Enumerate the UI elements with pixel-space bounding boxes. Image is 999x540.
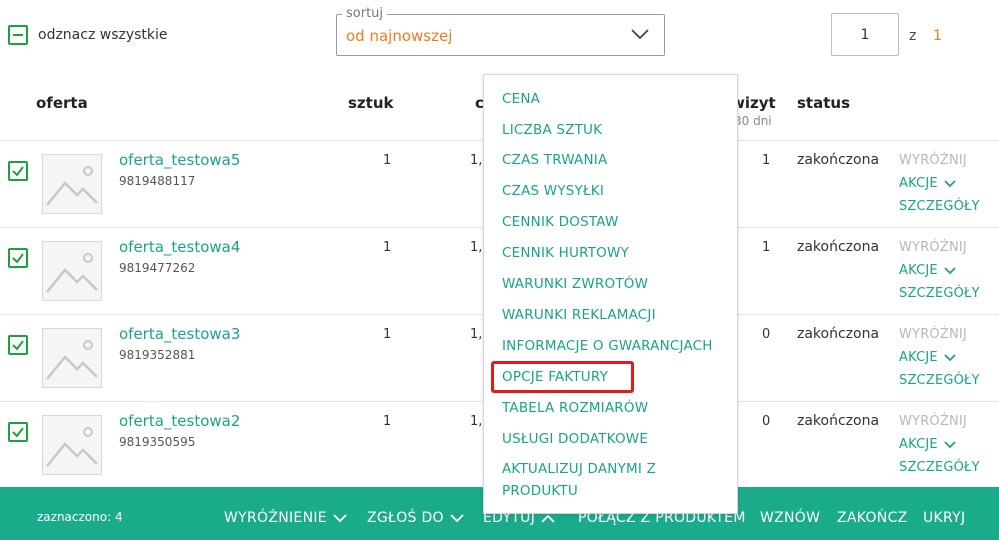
details-link[interactable]: SZCZEGÓŁY <box>899 373 980 388</box>
row-checkbox[interactable] <box>8 161 28 181</box>
deselect-all-label[interactable]: odznacz wszystkie <box>38 27 168 43</box>
actions-label: AKCJE <box>899 350 938 365</box>
visits-value: 0 <box>762 414 771 429</box>
chevron-down-icon <box>944 440 956 448</box>
menu-item-return-policy[interactable]: WARUNKI ZWROTÓW <box>502 273 648 295</box>
menu-item-warranty-info[interactable]: INFORMACJE O GWARANCJACH <box>502 335 713 357</box>
checkmark-icon <box>12 253 24 264</box>
offer-thumbnail[interactable] <box>42 154 102 214</box>
selected-count: zaznaczono: 4 <box>37 510 123 524</box>
offer-name-link[interactable]: oferta_testowa4 <box>119 238 240 256</box>
offer-thumbnail[interactable] <box>42 415 102 475</box>
price-value: 1, <box>470 153 483 168</box>
visits-value: 1 <box>762 240 771 255</box>
status-value: zakończona <box>797 239 880 255</box>
offer-name-link[interactable]: oferta_testowa2 <box>119 412 240 430</box>
bulk-end-button[interactable]: ZAKOŃCZ <box>837 510 908 526</box>
image-placeholder-icon <box>46 166 98 206</box>
page-total[interactable]: 1 <box>933 28 942 44</box>
sort-legend: sortuj <box>342 6 388 21</box>
chevron-up-icon <box>541 514 555 523</box>
chevron-down-icon <box>333 513 347 522</box>
bulk-resume-button[interactable]: WZNÓW <box>760 510 820 526</box>
bulk-report-label: ZGŁOŚ DO <box>367 510 444 526</box>
actions-menu-button[interactable]: AKCJE <box>899 437 956 452</box>
menu-item-size-table[interactable]: TABELA ROZMIARÓW <box>502 397 648 419</box>
menu-item-update-line1: AKTUALIZUJ DANYMI Z <box>502 461 657 477</box>
menu-item-additional-services[interactable]: USŁUGI DODATKOWE <box>502 428 648 450</box>
highlight-action[interactable]: WYRÓŻNIJ <box>899 153 967 168</box>
offer-thumbnail[interactable] <box>42 328 102 388</box>
details-link[interactable]: SZCZEGÓŁY <box>899 460 980 475</box>
page-number-input[interactable] <box>832 14 898 55</box>
header-qty[interactable]: sztuk <box>348 94 393 112</box>
details-link[interactable]: SZCZEGÓŁY <box>899 199 980 214</box>
status-value: zakończona <box>797 152 880 168</box>
chevron-down-icon <box>944 179 956 187</box>
minus-icon <box>13 34 23 36</box>
qty-value: 1 <box>383 240 392 255</box>
status-value: zakończona <box>797 326 880 342</box>
qty-value: 1 <box>383 153 392 168</box>
bulk-highlight-button[interactable]: WYRÓŻNIENIE <box>224 510 347 526</box>
menu-item-price[interactable]: CENA <box>502 88 540 110</box>
bulk-hide-button[interactable]: UKRYJ <box>923 510 965 526</box>
chevron-down-icon <box>944 353 956 361</box>
visits-value: 0 <box>762 327 771 342</box>
chevron-down-icon <box>450 513 464 522</box>
offer-name-link[interactable]: oferta_testowa5 <box>119 151 240 169</box>
highlight-action[interactable]: WYRÓŻNIJ <box>899 414 967 429</box>
checkmark-icon <box>12 340 24 351</box>
actions-menu-button[interactable]: AKCJE <box>899 176 956 191</box>
price-value: 1, <box>470 327 483 342</box>
checkmark-icon <box>12 427 24 438</box>
chevron-down-icon[interactable] <box>630 28 650 40</box>
actions-menu-button[interactable]: AKCJE <box>899 350 956 365</box>
price-value: 1, <box>470 414 483 429</box>
highlight-action[interactable]: WYRÓŻNIJ <box>899 240 967 255</box>
image-placeholder-icon <box>46 340 98 380</box>
actions-label: AKCJE <box>899 176 938 191</box>
highlight-box <box>491 361 634 393</box>
offer-thumbnail[interactable] <box>42 241 102 301</box>
actions-label: AKCJE <box>899 437 938 452</box>
qty-value: 1 <box>383 327 392 342</box>
chevron-down-icon <box>944 266 956 274</box>
offer-name-link[interactable]: oferta_testowa3 <box>119 325 240 343</box>
deselect-all-checkbox[interactable] <box>8 25 28 45</box>
menu-item-complaint-policy[interactable]: WARUNKI REKLAMACJI <box>502 304 656 326</box>
actions-menu-button[interactable]: AKCJE <box>899 263 956 278</box>
page-of-label: z <box>909 28 917 44</box>
row-checkbox[interactable] <box>8 335 28 355</box>
image-placeholder-icon <box>46 253 98 293</box>
status-value: zakończona <box>797 413 880 429</box>
row-checkbox[interactable] <box>8 248 28 268</box>
price-value: 1, <box>470 240 483 255</box>
menu-item-duration[interactable]: CZAS TRWANIA <box>502 149 607 171</box>
header-status: status <box>797 94 850 112</box>
details-link[interactable]: SZCZEGÓŁY <box>899 286 980 301</box>
qty-value: 1 <box>383 414 392 429</box>
offer-id: 9819477262 <box>119 261 196 275</box>
menu-item-update-from-product[interactable]: AKTUALIZUJ DANYMI Z PRODUKTU <box>502 458 656 502</box>
sort-value[interactable]: od najnowszej <box>346 27 452 45</box>
menu-item-wholesale-prices[interactable]: CENNIK HURTOWY <box>502 242 629 264</box>
header-visits-sub: 30 dni <box>734 114 772 128</box>
menu-item-quantity[interactable]: LICZBA SZTUK <box>502 119 602 141</box>
offer-id: 9819488117 <box>119 174 196 188</box>
row-checkbox[interactable] <box>8 422 28 442</box>
checkmark-icon <box>12 166 24 177</box>
menu-item-update-line2: PRODUKTU <box>502 483 578 499</box>
actions-label: AKCJE <box>899 263 938 278</box>
image-placeholder-icon <box>46 427 98 467</box>
offer-id: 9819350595 <box>119 435 196 449</box>
header-offer: oferta <box>36 94 88 112</box>
menu-item-shipping-time[interactable]: CZAS WYSYŁKI <box>502 180 604 202</box>
offer-id: 9819352881 <box>119 348 196 362</box>
bulk-highlight-label: WYRÓŻNIENIE <box>224 510 327 526</box>
highlight-action[interactable]: WYRÓŻNIJ <box>899 327 967 342</box>
bulk-report-button[interactable]: ZGŁOŚ DO <box>367 510 464 526</box>
visits-value: 1 <box>762 153 771 168</box>
menu-item-shipping-rates[interactable]: CENNIK DOSTAW <box>502 211 619 233</box>
